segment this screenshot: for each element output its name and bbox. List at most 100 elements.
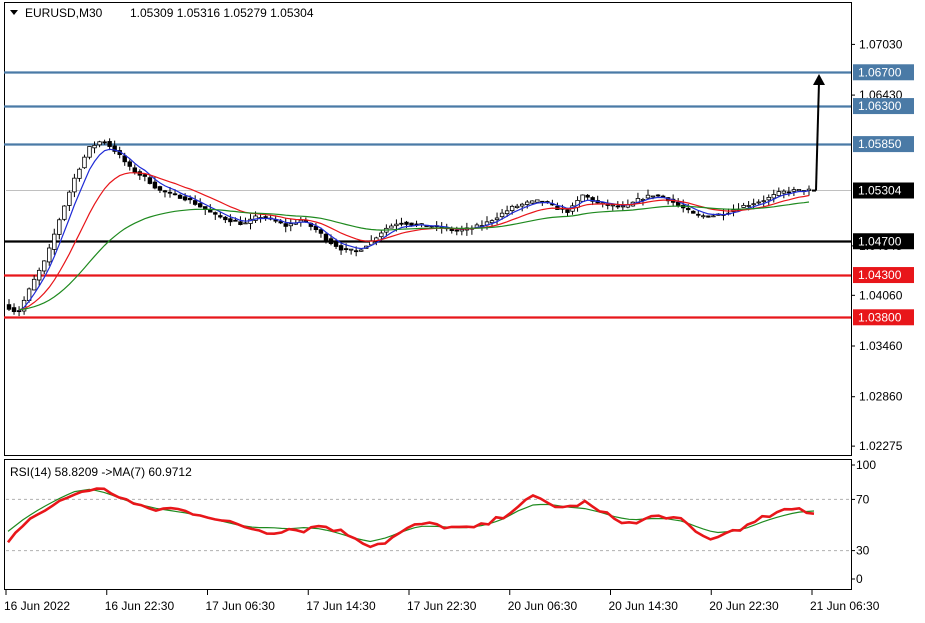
- candle-body: [394, 223, 399, 227]
- candle-body: [31, 278, 37, 291]
- price-tick-label: 1.02860: [859, 390, 903, 404]
- rsi-panel-frame: [4, 459, 852, 590]
- candle-body: [187, 197, 193, 201]
- price-tick-label: 1.04060: [859, 288, 903, 302]
- candle-body: [213, 212, 218, 215]
- candle-body: [127, 161, 132, 167]
- candle-body: [243, 222, 248, 225]
- candle-body: [142, 174, 148, 177]
- price-tick-label: 1.02275: [859, 439, 903, 453]
- candle-body: [791, 189, 797, 192]
- candle-body: [47, 247, 52, 263]
- price-tick-label: 1.07030: [859, 37, 903, 51]
- candle-body: [701, 215, 706, 218]
- candle-body: [686, 207, 691, 211]
- candle-body: [338, 245, 344, 251]
- candle-body: [751, 203, 756, 206]
- rsi-tick-label: 0: [856, 572, 863, 586]
- candle-body: [278, 221, 283, 224]
- candle-body: [92, 144, 97, 149]
- candle-body: [72, 177, 77, 193]
- candle-body: [67, 191, 72, 206]
- current-price-label: 1.05304: [858, 184, 902, 198]
- candle-body: [223, 216, 228, 221]
- candle-body: [741, 205, 746, 208]
- candle-body: [238, 221, 243, 225]
- candle-body: [353, 250, 359, 253]
- candle-body: [42, 260, 47, 272]
- candle-body: [288, 223, 293, 227]
- candle-body: [87, 146, 92, 158]
- candle-body: [761, 200, 766, 203]
- candle-body: [102, 141, 107, 144]
- candle-body: [328, 238, 334, 244]
- candle-body: [157, 186, 163, 191]
- candle-body: [806, 188, 812, 191]
- candle-body: [318, 229, 324, 234]
- candle-body: [645, 194, 651, 199]
- time-tick-label: 17 Jun 06:30: [206, 599, 276, 613]
- price-tick-label: 1.03460: [859, 339, 903, 353]
- candle-body: [36, 269, 42, 281]
- candle-body: [786, 191, 792, 194]
- candle-body: [696, 213, 701, 216]
- candle-body: [711, 215, 716, 218]
- candle-body: [489, 220, 495, 224]
- ohlc-values: 1.05309 1.05316 1.05279 1.05304: [130, 6, 314, 20]
- candle-body: [530, 200, 535, 204]
- candle-body: [228, 218, 233, 223]
- candle-body: [494, 217, 500, 221]
- candle-body: [132, 167, 137, 173]
- candle-body: [610, 204, 615, 207]
- candle-body: [509, 205, 515, 212]
- candle-body: [167, 191, 173, 194]
- candle-body: [348, 248, 354, 251]
- candle-body: [409, 222, 414, 226]
- time-tick-label: 17 Jun 14:30: [306, 599, 376, 613]
- rsi-header: RSI(14) 58.8209 ->MA(7) 60.9712: [10, 465, 192, 479]
- candle-body: [404, 221, 409, 225]
- candle-body: [691, 210, 696, 214]
- candle-body: [218, 215, 223, 218]
- candle-body: [107, 141, 112, 147]
- candle-body: [233, 219, 238, 222]
- time-tick-label: 20 Jun 14:30: [609, 599, 679, 613]
- candle-body: [650, 195, 656, 198]
- level-tag-label: 1.04300: [858, 268, 902, 282]
- candle-body: [746, 205, 751, 207]
- time-tick-label: 21 Jun 06:30: [810, 599, 880, 613]
- candle-body: [796, 189, 802, 192]
- level-tag-label: 1.03800: [858, 310, 902, 324]
- time-tick-label: 20 Jun 06:30: [508, 599, 578, 613]
- candle-body: [520, 203, 525, 207]
- candle-body: [197, 203, 203, 208]
- rsi-tick-label: 100: [856, 458, 876, 472]
- candle-body: [756, 201, 761, 204]
- rsi-tick-label: 30: [856, 544, 870, 558]
- candle-body: [97, 141, 102, 146]
- candle-body: [615, 205, 621, 208]
- time-tick-label: 16 Jun 22:30: [105, 599, 175, 613]
- candle-body: [323, 233, 329, 241]
- candle-body: [11, 307, 17, 313]
- candle-body: [62, 205, 67, 220]
- candle-body: [389, 225, 394, 229]
- time-tick-label: 20 Jun 22:30: [709, 599, 779, 613]
- chart-root: 1.070301.064301.046451.040601.034601.028…: [4, 2, 914, 613]
- candle-body: [359, 249, 364, 252]
- time-tick-label: 17 Jun 22:30: [407, 599, 477, 613]
- time-tick-label: 16 Jun 2022: [4, 599, 70, 613]
- candle-body: [6, 304, 12, 310]
- candle-body: [182, 196, 188, 201]
- candle-body: [771, 194, 776, 199]
- candle-body: [514, 205, 520, 209]
- candle-body: [565, 209, 570, 213]
- candle-body: [172, 193, 178, 196]
- candle-body: [766, 196, 771, 201]
- candle-body: [192, 200, 198, 205]
- candle-body: [454, 229, 459, 232]
- candle-body: [399, 222, 404, 225]
- candle-body: [580, 194, 585, 202]
- level-tag-label: 1.06300: [858, 99, 902, 113]
- candle-body: [706, 215, 711, 218]
